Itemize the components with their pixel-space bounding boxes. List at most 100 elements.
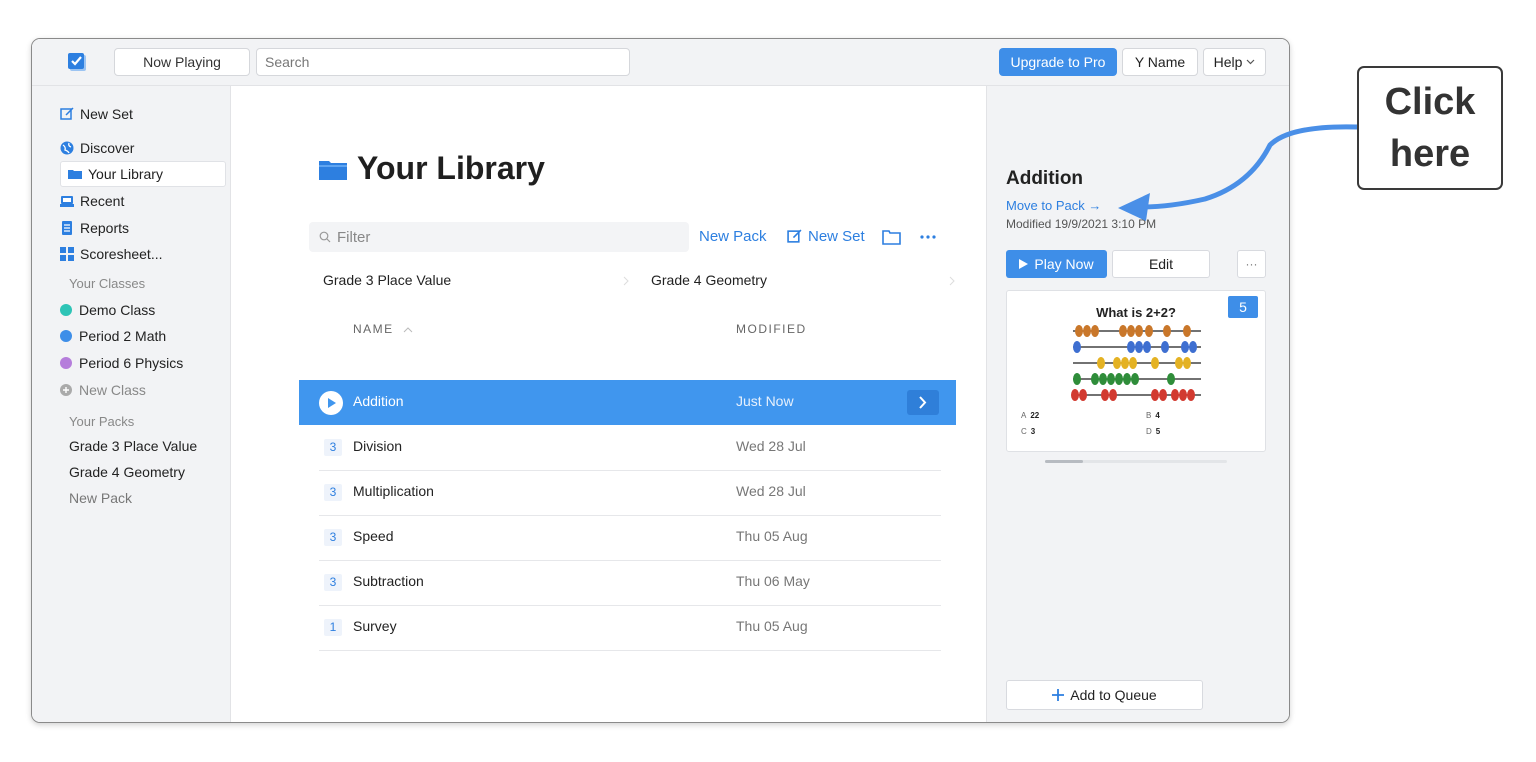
callout-line: here	[1389, 133, 1471, 175]
filter-placeholder: Filter	[337, 228, 371, 246]
sidebar-item-label: Recent	[80, 193, 125, 209]
sidebar-item-pack[interactable]: Grade 4 Geometry	[69, 464, 185, 480]
question-count-badge: 3	[324, 439, 342, 456]
sort-ascending-icon	[403, 327, 412, 333]
reports-icon	[62, 221, 72, 235]
question-count-badge: 1	[324, 619, 342, 636]
sidebar-item-label: Reports	[80, 220, 130, 236]
chevron-right-icon[interactable]	[623, 276, 629, 286]
row-modified: Just Now	[736, 393, 794, 409]
packs-heading: Your Packs	[69, 414, 135, 429]
row-modified: Wed 28 Jul	[736, 438, 806, 454]
sidebar-item-new-class[interactable]: New Class	[60, 378, 146, 402]
table-row[interactable]: 3 Multiplication Wed 28 Jul	[319, 470, 941, 516]
sidebar-item-class[interactable]: Demo Class	[60, 298, 155, 322]
sidebar-item-label: Your Library	[88, 166, 163, 182]
chevron-right-icon	[919, 396, 927, 409]
recent-icon	[60, 196, 74, 207]
app-logo-icon[interactable]	[68, 52, 88, 72]
folder-icon	[319, 160, 347, 180]
column-header-modified[interactable]: MODIFIED	[736, 322, 807, 336]
new-set-label: New Set	[808, 228, 865, 245]
sidebar-item-new-pack[interactable]: New Pack	[69, 490, 132, 506]
filter-input[interactable]: Filter	[309, 222, 689, 252]
question-preview-card[interactable]: What is 2+2? 5 A 22 B 4 C 3 D 5	[1006, 290, 1266, 452]
row-modified: Thu 05 Aug	[736, 618, 808, 634]
sidebar-item-label: Demo Class	[79, 302, 156, 318]
sidebar-item-reports[interactable]: Reports	[60, 216, 129, 240]
sidebar-item-class[interactable]: Period 2 Math	[60, 324, 166, 348]
globe-icon	[60, 141, 74, 155]
sidebar-item-your-library[interactable]: Your Library	[60, 161, 226, 187]
column-header-name[interactable]: NAME	[353, 322, 413, 336]
table-row[interactable]: 3 Speed Thu 05 Aug	[319, 515, 941, 561]
row-name: Speed	[353, 528, 394, 544]
open-set-button[interactable]	[907, 390, 939, 415]
abacus-image	[1071, 325, 1201, 401]
callout-line: Click	[1384, 81, 1476, 123]
answer-option: C3	[1021, 427, 1036, 436]
play-now-button[interactable]: Play Now	[1006, 250, 1107, 278]
folder-icon	[68, 170, 82, 179]
scrollbar-thumb[interactable]	[1045, 460, 1083, 463]
sidebar-item-new-set[interactable]: New Set	[60, 102, 133, 126]
more-options-icon[interactable]	[920, 235, 936, 239]
new-pack-button[interactable]: New Pack	[699, 228, 767, 245]
row-name: Division	[353, 438, 403, 454]
row-modified: Wed 28 Jul	[736, 483, 806, 499]
sidebar-item-recent[interactable]: Recent	[60, 189, 124, 213]
question-number-badge: 5	[1228, 296, 1258, 318]
sidebar-item-label: New Class	[79, 382, 146, 398]
sidebar-item-label: New Set	[80, 106, 133, 122]
plus-icon	[1052, 689, 1065, 701]
user-menu-button[interactable]: Y Name	[1122, 48, 1198, 76]
row-name: Subtraction	[353, 573, 424, 589]
row-name: Multiplication	[353, 483, 434, 499]
add-to-queue-label: Add to Queue	[1070, 687, 1157, 703]
answer-option: A 22	[1021, 411, 1040, 420]
sidebar-item-pack[interactable]: Grade 3 Place Value	[69, 438, 197, 454]
more-options-button[interactable]: ···	[1237, 250, 1266, 278]
answer-option: D5	[1146, 427, 1161, 436]
table-row[interactable]: 3 Division Wed 28 Jul	[319, 425, 941, 471]
card-scrollbar[interactable]	[1045, 460, 1227, 463]
move-to-pack-link[interactable]: Move to Pack →	[1006, 198, 1101, 213]
row-name: Survey	[353, 618, 397, 634]
table-row[interactable]: 3 Subtraction Thu 06 May	[319, 560, 941, 606]
set-title: Addition	[1006, 168, 1084, 189]
toolbar: Now Playing Upgrade to Pro Y Name Help	[32, 39, 1289, 86]
column-header-label: NAME	[353, 322, 394, 336]
folder-outline-icon[interactable]	[882, 230, 901, 245]
plus-circle-icon	[60, 384, 72, 396]
question-count-badge: 3	[324, 529, 342, 546]
sidebar-item-label: Period 2 Math	[79, 328, 167, 344]
now-playing-button[interactable]: Now Playing	[114, 48, 250, 76]
row-name: Addition	[353, 393, 404, 409]
class-color-dot	[60, 330, 72, 342]
sidebar-item-class[interactable]: Period 6 Physics	[60, 351, 183, 375]
upgrade-to-pro-button[interactable]: Upgrade to Pro	[999, 48, 1117, 76]
new-set-icon	[60, 107, 74, 120]
search-input[interactable]	[256, 48, 630, 76]
sidebar-item-label: Scoresheet...	[80, 246, 163, 262]
help-label: Help	[1213, 54, 1243, 70]
callout-arrow-icon	[1118, 124, 1359, 221]
help-button[interactable]: Help	[1203, 48, 1266, 76]
edit-button[interactable]: Edit	[1112, 250, 1210, 278]
chevron-right-icon[interactable]	[949, 276, 955, 286]
classes-heading: Your Classes	[69, 276, 146, 291]
table-row[interactable]: Addition Just Now	[299, 380, 956, 425]
new-set-button[interactable]: New Set	[787, 228, 865, 245]
add-to-queue-button[interactable]: Add to Queue	[1006, 680, 1203, 710]
sidebar: New Set Discover Your Library Recent Rep…	[32, 86, 231, 722]
play-circle-icon[interactable]	[319, 391, 343, 415]
question-count-badge: 3	[324, 484, 342, 501]
sidebar-item-discover[interactable]: Discover	[60, 136, 134, 160]
pack-tab[interactable]: Grade 4 Geometry	[651, 272, 767, 288]
click-here-callout: Click here	[1357, 66, 1503, 190]
page-title-text: Your Library	[357, 150, 545, 186]
pack-tab[interactable]: Grade 3 Place Value	[323, 272, 451, 288]
sidebar-item-scoresheet[interactable]: Scoresheet...	[60, 242, 163, 266]
main-content: Your Library Filter New Pack New Set Gra…	[231, 86, 985, 722]
table-row[interactable]: 1 Survey Thu 05 Aug	[319, 605, 941, 651]
